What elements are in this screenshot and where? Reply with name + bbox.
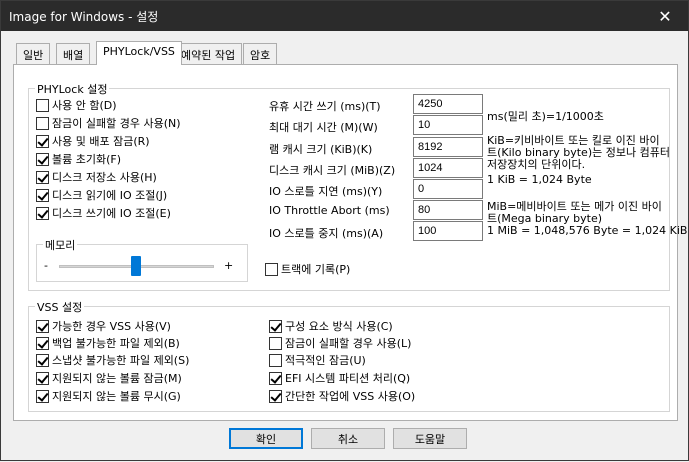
checkbox-label: 잠금이 실패할 경우 사용(N) [52, 117, 181, 130]
phylock-disable-checkbox[interactable]: 사용 안 함(D) [36, 97, 117, 113]
vss-aggressive-lock-checkbox[interactable]: 적극적인 잠금(U) [269, 352, 366, 368]
field-label-idle-write: 유휴 시간 쓰기 (ms)(T) [269, 100, 381, 113]
mib-equation: 1 MiB = 1,048,576 Byte = 1,024 KiB [487, 224, 688, 237]
phylock-use-and-release-lock-checkbox[interactable]: 사용 및 배포 잠금(R) [36, 133, 150, 149]
checkbox-box [269, 336, 282, 350]
vss-component-mode-checkbox[interactable]: 구성 요소 방식 사용(C) [269, 318, 393, 334]
checkbox-label: 볼륨 초기화(F) [52, 153, 122, 166]
vss-group-title: VSS 설정 [35, 299, 85, 315]
vss-ignore-unsupported-checkbox[interactable]: 지원되지 않는 볼륨 무시(G) [36, 388, 181, 404]
vss-efi-partition-checkbox[interactable]: EFI 시스템 파티션 처리(Q) [269, 370, 410, 386]
ram-cache-input[interactable] [413, 137, 483, 157]
vss-exclude-unbackupable-checkbox[interactable]: 백업 불가능한 파일 제외(B) [36, 335, 180, 351]
checkbox-label: 구성 요소 방식 사용(C) [285, 320, 393, 333]
checkbox-box [269, 353, 282, 367]
io-throttle-stop-input[interactable] [413, 221, 483, 241]
checkbox-box [269, 319, 282, 333]
checkbox-label: 스냅샷 불가능한 파일 제외(S) [52, 354, 190, 367]
kib-note-line3: 저장장치의 단위이다. [487, 158, 586, 171]
checkbox-label: 가능한 경우 VSS 사용(V) [52, 320, 171, 333]
checkbox-box [36, 98, 49, 112]
checkbox-box [36, 371, 49, 385]
vss-use-on-lock-fail-checkbox[interactable]: 잠금이 실패할 경우 사용(L) [269, 335, 411, 351]
vss-lock-unsupported-checkbox[interactable]: 지원되지 않는 볼륨 잠금(M) [36, 370, 182, 386]
kib-equation: 1 KiB = 1,024 Byte [487, 173, 592, 186]
phylock-read-io-throttle-checkbox[interactable]: 디스크 읽기에 IO 조절(J) [36, 187, 167, 203]
checkbox-label: 지원되지 않는 볼륨 무시(G) [52, 390, 181, 403]
checkbox-box [36, 134, 49, 148]
field-label-io-throttle-abort: IO Throttle Abort (ms) [269, 204, 390, 217]
vss-simple-jobs-checkbox[interactable]: 간단한 작업에 VSS 사용(O) [269, 388, 415, 404]
field-label-ram-cache: 램 캐시 크기 (KiB)(K) [269, 143, 373, 156]
max-wait-input[interactable] [413, 115, 483, 135]
memory-group: 메모리 [36, 237, 248, 282]
checkbox-label: 적극적인 잠금(U) [285, 354, 366, 367]
checkbox-box [36, 206, 49, 220]
memory-min-label: - [44, 259, 48, 272]
phylock-group-title: PHYLock 설정 [35, 81, 110, 97]
vss-use-if-possible-checkbox[interactable]: 가능한 경우 VSS 사용(V) [36, 318, 171, 334]
checkbox-label: EFI 시스템 파티션 처리(Q) [285, 372, 411, 385]
field-label-io-throttle-stop: IO 스로틀 중지 (ms)(A) [269, 227, 384, 240]
checkbox-label: 지원되지 않는 볼륨 잠금(M) [52, 372, 182, 385]
checkbox-label: 잠금이 실패할 경우 사용(L) [285, 337, 412, 350]
checkbox-box [36, 188, 49, 202]
checkbox-label: 디스크 읽기에 IO 조절(J) [52, 189, 168, 202]
checkbox-box [36, 319, 49, 333]
field-label-max-wait: 최대 대기 시간 (M)(W) [269, 121, 378, 134]
memory-slider-thumb[interactable] [131, 256, 141, 276]
memory-max-label: + [224, 259, 234, 272]
checkbox-label: 사용 안 함(D) [52, 99, 117, 112]
phylock-disk-storage-checkbox[interactable]: 디스크 저장소 사용(H) [36, 169, 157, 185]
track-record-checkbox[interactable]: 트랙에 기록(P) [265, 261, 350, 277]
checkbox-box [36, 170, 49, 184]
phylock-use-on-lock-fail-checkbox[interactable]: 잠금이 실패할 경우 사용(N) [36, 115, 181, 131]
checkbox-label: 백업 불가능한 파일 제외(B) [52, 337, 180, 350]
checkbox-box [36, 336, 49, 350]
io-throttle-delay-input[interactable] [413, 179, 483, 199]
memory-group-title: 메모리 [43, 237, 78, 253]
checkbox-label: 사용 및 배포 잠금(R) [52, 135, 150, 148]
phylock-write-io-throttle-checkbox[interactable]: 디스크 쓰기에 IO 조절(E) [36, 205, 171, 221]
checkbox-box [36, 116, 49, 130]
idle-write-input[interactable] [413, 94, 483, 114]
checkbox-box [269, 371, 282, 385]
disk-cache-input[interactable] [413, 158, 483, 178]
field-label-disk-cache: 디스크 캐시 크기 (MiB)(Z) [269, 164, 396, 177]
checkbox-box [36, 389, 49, 403]
phylock-volume-init-checkbox[interactable]: 볼륨 초기화(F) [36, 151, 121, 167]
checkbox-box [36, 152, 49, 166]
ms-note: ms(밀리 초)=1/1000초 [487, 110, 604, 123]
checkbox-label: 간단한 작업에 VSS 사용(O) [285, 390, 416, 403]
vss-exclude-unsnapshotable-checkbox[interactable]: 스냅샷 불가능한 파일 제외(S) [36, 352, 189, 368]
checkbox-box [36, 353, 49, 367]
checkbox-label: 디스크 쓰기에 IO 조절(E) [52, 207, 171, 220]
io-throttle-abort-input[interactable] [413, 200, 483, 220]
checkbox-label: 디스크 저장소 사용(H) [52, 171, 157, 184]
field-label-io-throttle-delay: IO 스로틀 지연 (ms)(Y) [269, 185, 383, 198]
checkbox-box [265, 262, 278, 276]
settings-dialog: Image for Windows - 설정 ✕ 일반 배열 PHYLock/V… [0, 0, 689, 461]
checkbox-box [269, 389, 282, 403]
checkbox-label: 트랙에 기록(P) [281, 263, 351, 276]
